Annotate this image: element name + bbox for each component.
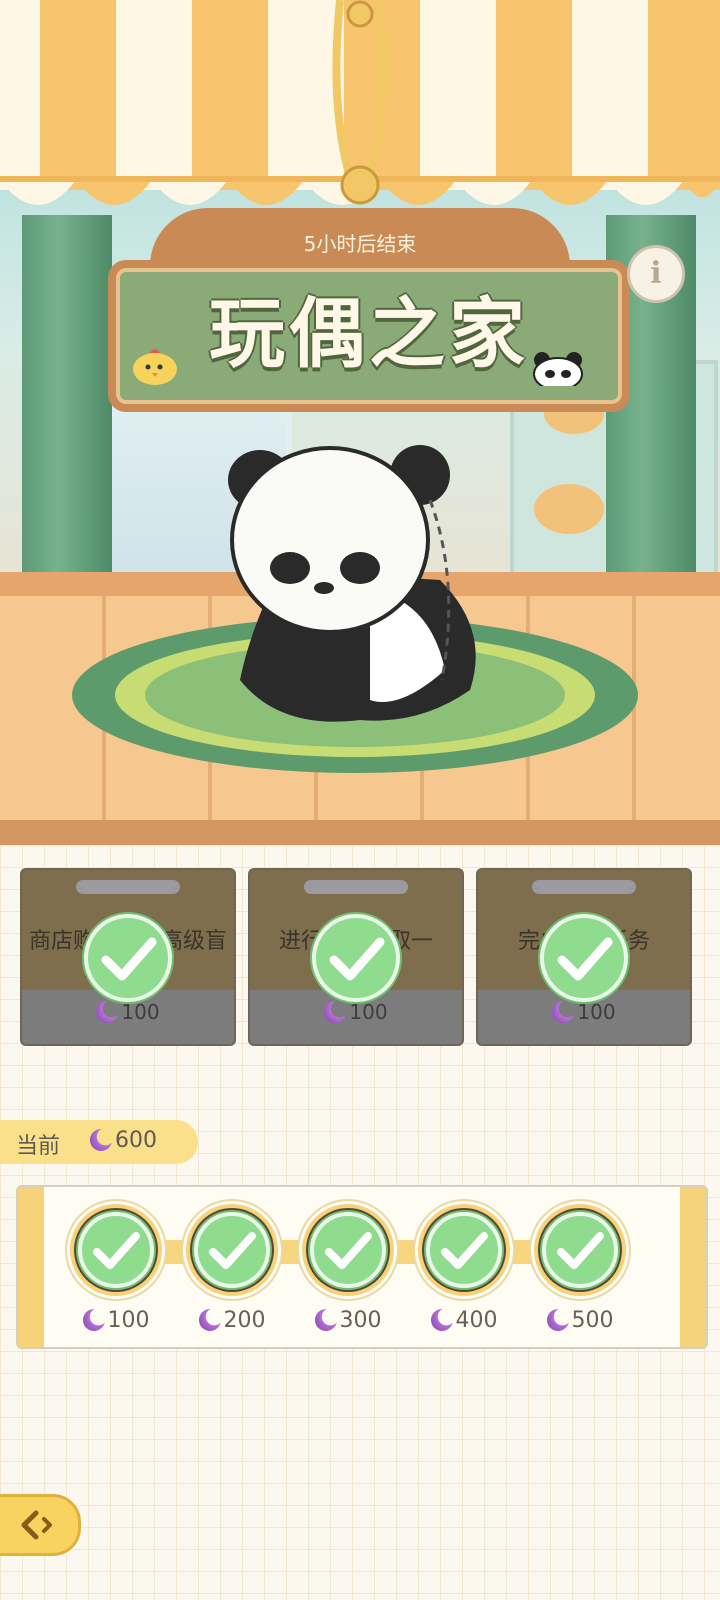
bread-decoration	[534, 484, 604, 534]
checkmark-icon	[540, 914, 628, 1002]
current-label: 当前	[16, 1134, 61, 1159]
milestone-value: 300	[288, 1308, 408, 1333]
checkmark-icon	[426, 1212, 502, 1288]
info-icon[interactable]: i	[627, 245, 685, 303]
milestone-node[interactable]	[306, 1208, 390, 1292]
milestone-value-text: 200	[223, 1308, 266, 1333]
checkmark-icon	[542, 1212, 618, 1288]
milestone-node[interactable]	[74, 1208, 158, 1292]
chick-icon	[133, 349, 177, 385]
milestone-value-text: 300	[339, 1308, 382, 1333]
track-side-left	[18, 1187, 44, 1347]
moon-icon	[198, 1309, 221, 1331]
milestone-value: 400	[404, 1308, 524, 1333]
back-button[interactable]	[0, 1494, 81, 1556]
milestone-value: 200	[172, 1308, 292, 1333]
task-reward-value: 100	[121, 1000, 160, 1024]
checkmark-icon	[194, 1212, 270, 1288]
milestone-value-text: 100	[107, 1308, 150, 1333]
task-reward-value: 100	[577, 1000, 616, 1024]
milestone-node[interactable]	[190, 1208, 274, 1292]
milestone-node[interactable]	[538, 1208, 622, 1292]
moon-icon	[324, 1001, 347, 1023]
moon-icon	[90, 1129, 112, 1151]
curtain-left	[22, 215, 112, 575]
milestone-node[interactable]	[422, 1208, 506, 1292]
task-reward-value: 100	[349, 1000, 388, 1024]
track-side-right	[680, 1187, 706, 1347]
moon-icon	[314, 1309, 337, 1331]
moon-icon	[546, 1309, 569, 1331]
checkmark-icon	[310, 1212, 386, 1288]
moon-icon	[82, 1309, 105, 1331]
current-points: 600	[90, 1128, 157, 1153]
event-timer: 5小时后结束	[303, 232, 417, 256]
current-points-value: 600	[115, 1128, 157, 1153]
checkmark-icon	[312, 914, 400, 1002]
checkmark-icon	[78, 1212, 154, 1288]
card-tab	[532, 880, 636, 894]
task-reward: 100	[22, 1000, 234, 1024]
panda-doll-image	[228, 445, 476, 722]
task-reward: 100	[478, 1000, 690, 1024]
floor-edge	[0, 820, 720, 845]
moon-icon	[552, 1001, 575, 1023]
task-card[interactable]: 进行任务领取一 100	[248, 868, 464, 1046]
checkmark-icon	[84, 914, 172, 1002]
card-tab	[76, 880, 180, 894]
task-reward: 100	[250, 1000, 462, 1024]
milestone-value: 100	[56, 1308, 176, 1333]
task-card[interactable]: 完成一次任务 100	[476, 868, 692, 1046]
sign-rope	[332, 0, 388, 205]
moon-icon	[430, 1309, 453, 1331]
moon-icon	[96, 1001, 119, 1023]
milestone-value-text: 500	[571, 1308, 614, 1333]
event-banner-scene: 5小时后结束 玩偶之家 i	[0, 0, 720, 845]
mini-panda-icon	[533, 352, 583, 386]
back-arrow-icon	[21, 1510, 52, 1540]
milestone-value-text: 400	[455, 1308, 498, 1333]
card-tab	[304, 880, 408, 894]
task-card[interactable]: 商店购买一次高级盲盒兑换券 100	[20, 868, 236, 1046]
milestone-value: 500	[520, 1308, 640, 1333]
